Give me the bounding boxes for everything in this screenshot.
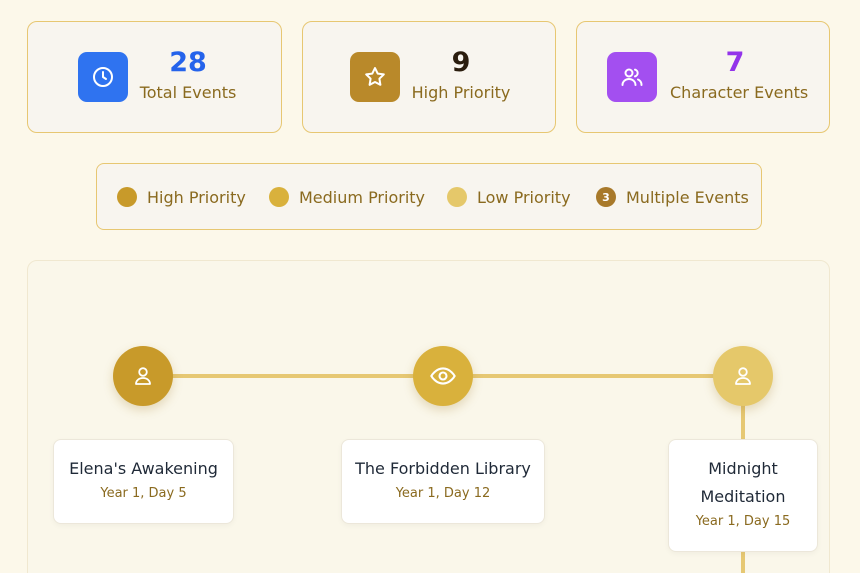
- dot-icon: [447, 187, 467, 207]
- dot-icon: [269, 187, 289, 207]
- users-icon: [607, 52, 657, 102]
- timeline-node-library[interactable]: [413, 346, 473, 406]
- event-date: Year 1, Day 15: [695, 514, 791, 529]
- stat-card-character-events: 7 Character Events: [576, 21, 830, 133]
- stat-label: High Priority: [411, 83, 511, 102]
- stat-card-total-events: 28 Total Events: [27, 21, 282, 133]
- priority-legend: High Priority Medium Priority Low Priori…: [96, 163, 762, 230]
- star-icon: [350, 52, 400, 102]
- event-title: Midnight Meditation: [700, 459, 786, 506]
- stat-value: 9: [451, 47, 471, 78]
- event-title: Elena's Awakening: [69, 459, 218, 478]
- user-icon: [735, 367, 751, 385]
- event-card-library[interactable]: The Forbidden Library Year 1, Day 12: [341, 439, 545, 524]
- legend-item-high: High Priority: [117, 187, 246, 207]
- event-card-elena[interactable]: Elena's Awakening Year 1, Day 5: [53, 439, 234, 524]
- multiple-events-badge: 3: [596, 187, 616, 207]
- user-icon: [135, 367, 151, 385]
- eye-icon: [430, 367, 456, 385]
- legend-item-low: Low Priority: [447, 187, 571, 207]
- stat-value: 28: [169, 47, 207, 78]
- event-date: Year 1, Day 5: [100, 486, 187, 501]
- stat-value: 7: [725, 47, 745, 78]
- event-title: The Forbidden Library: [355, 459, 531, 478]
- legend-item-multiple: 3 Multiple Events: [596, 187, 749, 207]
- legend-label: Medium Priority: [299, 187, 426, 207]
- legend-label: Low Priority: [477, 187, 571, 207]
- dot-icon: [117, 187, 137, 207]
- stat-label: Character Events: [670, 83, 809, 102]
- timeline-node-elena[interactable]: [113, 346, 173, 406]
- clock-icon: [78, 52, 128, 102]
- legend-item-medium: Medium Priority: [269, 187, 425, 207]
- event-date: Year 1, Day 12: [395, 486, 491, 501]
- legend-label: High Priority: [147, 187, 246, 207]
- legend-label: Multiple Events: [626, 187, 749, 207]
- timeline-node-meditation[interactable]: [713, 346, 773, 406]
- stat-card-high-priority: 9 High Priority: [302, 21, 556, 133]
- stat-label: Total Events: [139, 83, 237, 102]
- event-card-meditation[interactable]: Midnight Meditation Year 1, Day 15: [668, 439, 818, 552]
